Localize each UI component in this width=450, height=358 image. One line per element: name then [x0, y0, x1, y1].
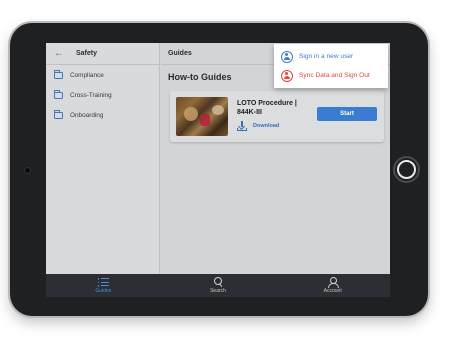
category-item-label: Cross-Training	[70, 91, 112, 99]
category-item-onboarding[interactable]: Onboarding	[46, 105, 159, 125]
menu-item-label: Sync Data and Sign Out	[299, 72, 370, 79]
guides-header-title: Guides	[168, 50, 192, 57]
menu-item-sync-sign-out[interactable]: Sync Data and Sign Out	[274, 66, 388, 85]
category-panel-header: ← Safety	[46, 43, 159, 65]
back-arrow-icon[interactable]: ←	[54, 48, 68, 59]
download-icon	[237, 121, 247, 131]
account-menu: Sign in a new user Sync Data and Sign Ou…	[274, 44, 388, 88]
category-item-cross-training[interactable]: Cross-Training	[46, 85, 159, 105]
download-link[interactable]: Download	[237, 121, 279, 131]
tab-guides[interactable]: Guides	[46, 274, 161, 297]
folder-icon	[53, 69, 63, 79]
menu-item-sign-in-new-user[interactable]: Sign in a new user	[274, 47, 388, 66]
camera-icon	[24, 167, 31, 174]
tab-account[interactable]: Account	[275, 274, 390, 297]
menu-item-label: Sign in a new user	[299, 53, 354, 60]
user-circle-icon	[281, 69, 293, 82]
user-circle-icon	[281, 50, 293, 63]
bottom-tab-bar: Guides Search Account	[46, 274, 390, 297]
guide-title: LOTO Procedure | 844K-III	[237, 100, 297, 116]
app-screen: ← Safety Compliance Cross-Training Onboa…	[46, 43, 390, 297]
guide-card[interactable]: LOTO Procedure | 844K-III Download Start	[170, 91, 384, 142]
category-panel-title: Safety	[76, 50, 98, 57]
tab-label: Search	[210, 288, 226, 294]
category-item-label: Onboarding	[70, 111, 104, 119]
tab-label: Account	[323, 288, 342, 294]
home-button[interactable]	[393, 156, 420, 183]
start-button[interactable]: Start	[317, 107, 377, 121]
folder-icon	[53, 89, 63, 99]
section-title: How-to Guides	[168, 72, 232, 82]
search-icon	[213, 277, 224, 287]
folder-icon	[53, 109, 63, 119]
category-panel: ← Safety Compliance Cross-Training Onboa…	[46, 43, 160, 274]
download-label: Download	[253, 123, 280, 129]
tab-search[interactable]: Search	[161, 274, 276, 297]
account-icon	[327, 277, 340, 288]
category-item-compliance[interactable]: Compliance	[46, 65, 159, 85]
tab-label: Guides	[95, 288, 112, 294]
category-item-label: Compliance	[70, 71, 104, 79]
guide-thumbnail	[176, 97, 228, 136]
list-icon	[97, 277, 109, 287]
